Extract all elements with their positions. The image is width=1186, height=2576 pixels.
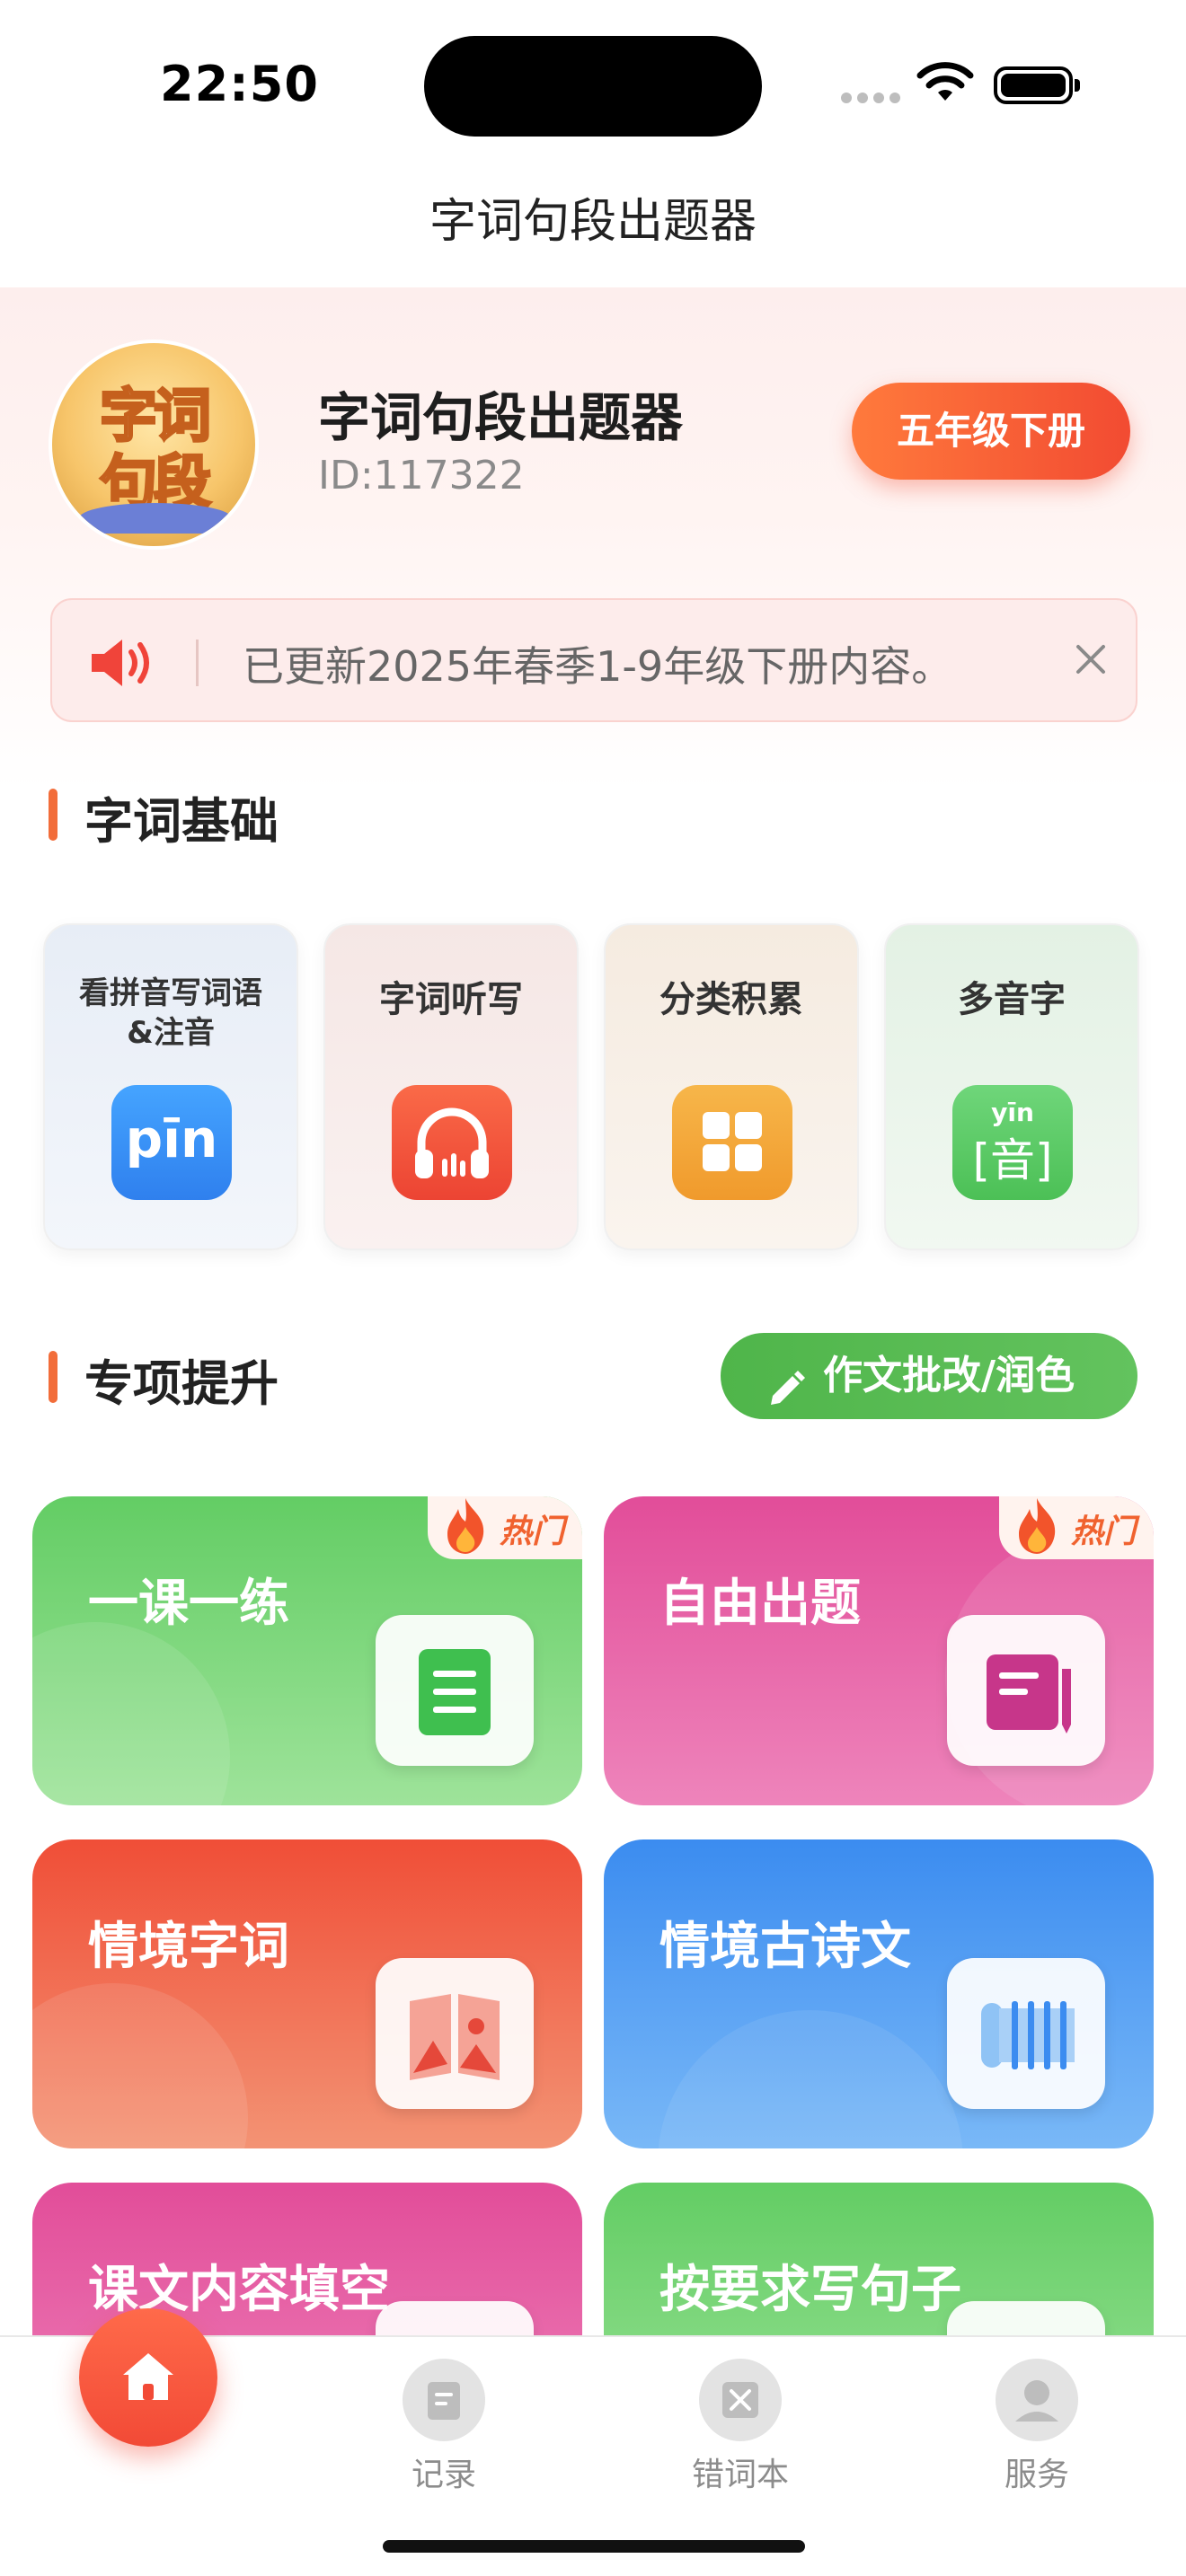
tab-service[interactable]: 服务 [947, 2448, 1127, 2495]
tile-label: 多音字 [958, 979, 1066, 1020]
notice-text: 已更新2025年春季1-9年级下册内容。 [243, 642, 953, 691]
card-title: 一课一练 [88, 1575, 289, 1633]
document-icon [376, 1615, 534, 1766]
tile-label: 分类积累 [659, 979, 803, 1020]
tile-category[interactable]: 分类积累 [604, 923, 859, 1250]
card-title: 按要求写句子 [659, 2261, 961, 2319]
status-time: 22:50 [160, 56, 319, 112]
tab-wrong-words[interactable]: 错词本 [651, 2448, 830, 2495]
polyphone-icon: yīn [音] [952, 1085, 1073, 1200]
home-icon [116, 2344, 181, 2413]
record-icon[interactable] [403, 2359, 485, 2441]
notice-divider [196, 640, 199, 686]
nav-title: 字词句段出题器 [429, 195, 757, 249]
pinyin-icon: pīn [111, 1085, 232, 1200]
fire-icon [438, 1496, 492, 1559]
section-marker [49, 789, 58, 841]
headphones-icon [392, 1085, 512, 1200]
card-decoration [32, 1622, 230, 1805]
card-free-generate[interactable]: 自由出题 热门 [604, 1496, 1154, 1805]
hot-badge: 热门 [999, 1496, 1154, 1559]
tile-label-line1: 看拼音写词语 [79, 975, 262, 1011]
card-title: 情境古诗文 [659, 1918, 911, 1976]
essay-button-label: 作文批改/润色 [823, 1353, 1075, 1398]
picture-book-icon [376, 1958, 534, 2109]
notice-banner: 已更新2025年春季1-9年级下册内容。 [50, 598, 1137, 722]
pinyin-icon-text: pīn [125, 1108, 218, 1169]
tab-home-button[interactable] [79, 2308, 217, 2447]
tile-dictation[interactable]: 字词听写 [323, 923, 579, 1250]
cellular-signal-icon [841, 90, 906, 107]
grade-selector-button[interactable]: 五年级下册 [852, 383, 1130, 480]
card-context-words[interactable]: 情境字词 [32, 1839, 582, 2148]
tile-label-line2: &注音 [127, 1015, 215, 1051]
grid-icon [672, 1085, 792, 1200]
close-icon[interactable] [1064, 632, 1118, 686]
avatar-book-graphic [79, 503, 232, 534]
polyphone-char: [音] [972, 1134, 1053, 1187]
service-icon[interactable] [996, 2359, 1078, 2441]
tab-record[interactable]: 记录 [354, 2448, 534, 2495]
speaker-icon [88, 636, 160, 693]
section-marker [49, 1351, 58, 1403]
card-decoration [32, 1983, 248, 2148]
pencil-icon [766, 1354, 807, 1441]
scroll-icon [947, 1958, 1105, 2109]
tile-label: 字词听写 [379, 979, 523, 1020]
app-avatar: 字词 句段 [49, 340, 259, 550]
wifi-icon [916, 61, 974, 108]
essay-correction-button[interactable]: 作文批改/润色 [721, 1333, 1137, 1419]
battery-tip [1075, 79, 1080, 92]
edit-note-icon [947, 1615, 1105, 1766]
section-title-basic: 字词基础 [84, 793, 279, 850]
wrong-words-icon[interactable] [699, 2359, 782, 2441]
card-context-poetry[interactable]: 情境古诗文 [604, 1839, 1154, 2148]
tile-polyphone[interactable]: 多音字 yīn [音] [884, 923, 1139, 1250]
card-title: 自由出题 [659, 1575, 861, 1633]
card-lesson-practice[interactable]: 一课一练 热门 [32, 1496, 582, 1805]
hot-badge: 热门 [428, 1496, 582, 1559]
hot-label: 热门 [500, 1513, 565, 1550]
dynamic-island [424, 36, 762, 137]
home-indicator [383, 2540, 805, 2553]
card-title: 情境字词 [88, 1918, 289, 1976]
section-title-special: 专项提升 [84, 1355, 279, 1412]
app-name: 字词句段出题器 [318, 387, 684, 448]
fire-icon [1010, 1496, 1064, 1559]
card-decoration [658, 2010, 963, 2148]
battery-icon [994, 66, 1073, 104]
tile-pinyin-writing[interactable]: 看拼音写词语 &注音 pīn [43, 923, 298, 1250]
polyphone-pinyin: yīn [991, 1098, 1034, 1127]
app-id: ID:117322 [318, 453, 525, 498]
hot-label: 热门 [1071, 1513, 1137, 1550]
